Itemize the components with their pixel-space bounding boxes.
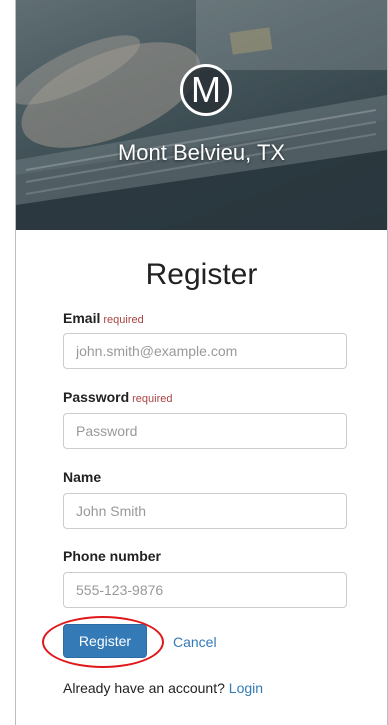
name-label: Name — [63, 469, 101, 485]
phone-label: Phone number — [63, 548, 161, 564]
password-label: Password required — [63, 389, 173, 405]
email-field[interactable] — [63, 333, 347, 369]
phone-label-text: Phone number — [63, 548, 162, 564]
login-link[interactable]: Login — [229, 680, 263, 696]
password-field[interactable] — [63, 413, 347, 449]
email-required-tag: required — [103, 314, 144, 326]
header-banner: M Mont Belvieu, TX — [16, 0, 387, 230]
page-title: Register — [145, 258, 258, 291]
register-button[interactable]: Register — [63, 624, 147, 658]
register-panel: M Mont Belvieu, TX Register Email require… — [15, 0, 388, 725]
password-label-text: Password — [63, 389, 130, 405]
name-field[interactable] — [63, 493, 347, 529]
login-prompt: Already have an account? Login — [63, 680, 263, 696]
phone-field[interactable] — [63, 572, 347, 608]
name-label-text: Name — [63, 469, 102, 485]
password-required-tag: required — [132, 393, 173, 405]
brand-logo: M — [180, 64, 232, 116]
email-label: Email required — [63, 310, 144, 326]
email-label-text: Email — [63, 310, 101, 326]
cancel-link[interactable]: Cancel — [173, 634, 217, 650]
city-name: Mont Belvieu, TX — [117, 140, 286, 165]
login-prompt-text: Already have an account? — [63, 680, 225, 696]
